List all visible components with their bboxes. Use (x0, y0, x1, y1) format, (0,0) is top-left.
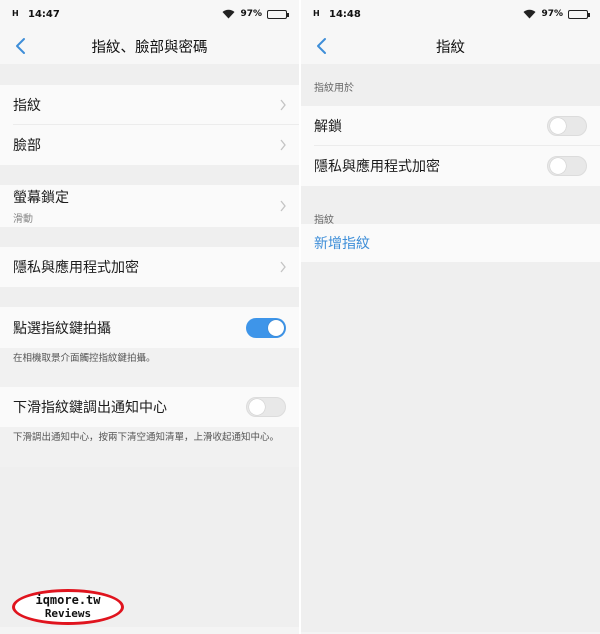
setting-label: 下滑指紋鍵調出通知中心 (13, 400, 167, 416)
chevron-right-icon (280, 200, 286, 212)
battery-percent: 97% (240, 9, 262, 19)
menu-item-label: 螢幕鎖定 (13, 190, 69, 206)
wifi-icon (523, 9, 536, 19)
title-bar: 指紋 (301, 28, 600, 64)
menu-item-label: 隱私與應用程式加密 (13, 260, 139, 276)
chevron-right-icon (280, 139, 286, 151)
battery-icon (568, 9, 590, 19)
watermark-logo: iqmore.tw Reviews (12, 589, 124, 625)
tap-shoot-toggle[interactable] (246, 317, 286, 338)
spacer (0, 227, 299, 247)
setting-tap-shoot: 點選指紋鍵拍攝 (0, 307, 299, 348)
left-screen: H 14:47 97% 指紋、臉部與密碼 指紋 臉部 螢幕鎖定 滑動 隱私與應用… (0, 0, 299, 634)
battery-percent: 97% (541, 9, 563, 19)
watermark-line2: Reviews (44, 607, 92, 620)
setting-note: 下滑調出通知中心，按兩下清空通知清單，上滑收起通知中心。 (0, 427, 299, 467)
status-bar: H 14:48 97% (301, 0, 600, 28)
status-time: 14:48 (329, 8, 361, 20)
unlock-toggle[interactable] (547, 116, 587, 136)
battery-icon (267, 9, 289, 19)
section-header-use: 指紋用於 (301, 64, 600, 106)
menu-item-fingerprint[interactable]: 指紋 (0, 85, 299, 125)
menu-item-sublabel: 滑動 (13, 214, 33, 225)
spacer (0, 64, 299, 85)
signal-indicator: H (313, 9, 320, 18)
swipe-notify-toggle[interactable] (246, 397, 286, 417)
menu-item-privacy[interactable]: 隱私與應用程式加密 (0, 247, 299, 287)
spacer (0, 165, 299, 185)
add-fingerprint-label: 新增指紋 (314, 236, 370, 252)
setting-privacy: 隱私與應用程式加密 (301, 146, 600, 186)
setting-label: 隱私與應用程式加密 (314, 159, 440, 175)
menu-item-label: 指紋 (13, 98, 41, 114)
chevron-right-icon (280, 99, 286, 111)
back-arrow-icon[interactable] (12, 35, 32, 57)
back-arrow-icon[interactable] (313, 35, 333, 57)
setting-unlock: 解鎖 (301, 106, 600, 146)
privacy-toggle[interactable] (547, 156, 587, 176)
spacer (0, 287, 299, 307)
title-bar: 指紋、臉部與密碼 (0, 28, 299, 64)
status-time: 14:47 (28, 8, 60, 20)
menu-item-face[interactable]: 臉部 (0, 125, 299, 165)
page-title: 指紋 (436, 39, 465, 56)
setting-note: 在相機取景介面觸控指紋鍵拍攝。 (0, 348, 299, 387)
chevron-right-icon (280, 261, 286, 273)
menu-item-screen-lock[interactable]: 螢幕鎖定 滑動 (0, 185, 299, 227)
wifi-icon (222, 9, 235, 19)
status-bar: H 14:47 97% (0, 0, 299, 28)
page-title: 指紋、臉部與密碼 (91, 39, 208, 56)
setting-label: 點選指紋鍵拍攝 (13, 320, 111, 337)
menu-item-label: 臉部 (13, 138, 41, 154)
setting-label: 解鎖 (314, 119, 342, 135)
screenshot-pair: H 14:47 97% 指紋、臉部與密碼 指紋 臉部 螢幕鎖定 滑動 隱私與應用… (0, 0, 600, 634)
setting-swipe-notify: 下滑指紋鍵調出通知中心 (0, 387, 299, 427)
right-screen: H 14:48 97% 指紋 指紋用於 解鎖 隱私與應用程式加密 指紋 新增指紋 (301, 0, 600, 634)
signal-indicator: H (12, 9, 19, 18)
watermark-line1: iqmore.tw (35, 593, 101, 607)
add-fingerprint-button[interactable]: 新增指紋 (301, 224, 600, 262)
